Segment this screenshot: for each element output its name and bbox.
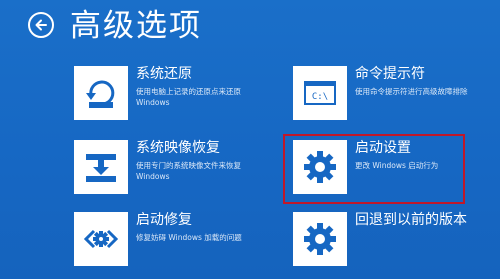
option-name: 系统映像恢复: [136, 140, 220, 156]
option-name: 启动设置: [355, 140, 411, 156]
gear-icon: [304, 223, 336, 255]
back-button[interactable]: [28, 12, 54, 38]
option-startup-repair[interactable]: 启动修复 修复妨碍 Windows 加载的问题: [74, 212, 254, 266]
option-name: 命令提示符: [355, 66, 425, 82]
option-description: 更改 Windows 启动行为: [355, 161, 439, 170]
option-go-back[interactable]: 回退到以前的版本: [293, 212, 473, 266]
option-description: 使用命令提示符进行高级故障排除: [355, 87, 468, 96]
option-name: 启动修复: [136, 212, 192, 228]
command-prompt-icon: C:\: [304, 81, 336, 105]
command-prompt-icon-text: C:\: [312, 92, 328, 102]
back-arrow-icon: [35, 19, 47, 31]
page-title: 高级选项: [70, 8, 202, 44]
option-name: 回退到以前的版本: [355, 212, 467, 228]
advanced-options-screen: 高级选项 系统还原 使用电脑上记录的还原点来还原 Windows C:\ 命令提…: [0, 0, 500, 279]
option-system-restore[interactable]: 系统还原 使用电脑上记录的还原点来还原 Windows: [74, 66, 254, 120]
option-description: 使用专门的系统映像文件来恢复 Windows: [136, 161, 241, 181]
system-image-icon: [86, 154, 116, 182]
gear-icon: [304, 151, 336, 183]
option-description: 使用电脑上记录的还原点来还原 Windows: [136, 87, 241, 107]
system-restore-icon: [86, 80, 115, 108]
option-system-image-recovery[interactable]: 系统映像恢复 使用专门的系统映像文件来恢复 Windows: [74, 140, 254, 194]
option-command-prompt[interactable]: C:\ 命令提示符 使用命令提示符进行高级故障排除: [293, 66, 473, 120]
option-description: 修复妨碍 Windows 加载的问题: [136, 233, 242, 242]
option-name: 系统还原: [136, 66, 192, 82]
startup-repair-icon: [83, 229, 119, 249]
option-startup-settings[interactable]: 启动设置 更改 Windows 启动行为: [293, 140, 473, 194]
